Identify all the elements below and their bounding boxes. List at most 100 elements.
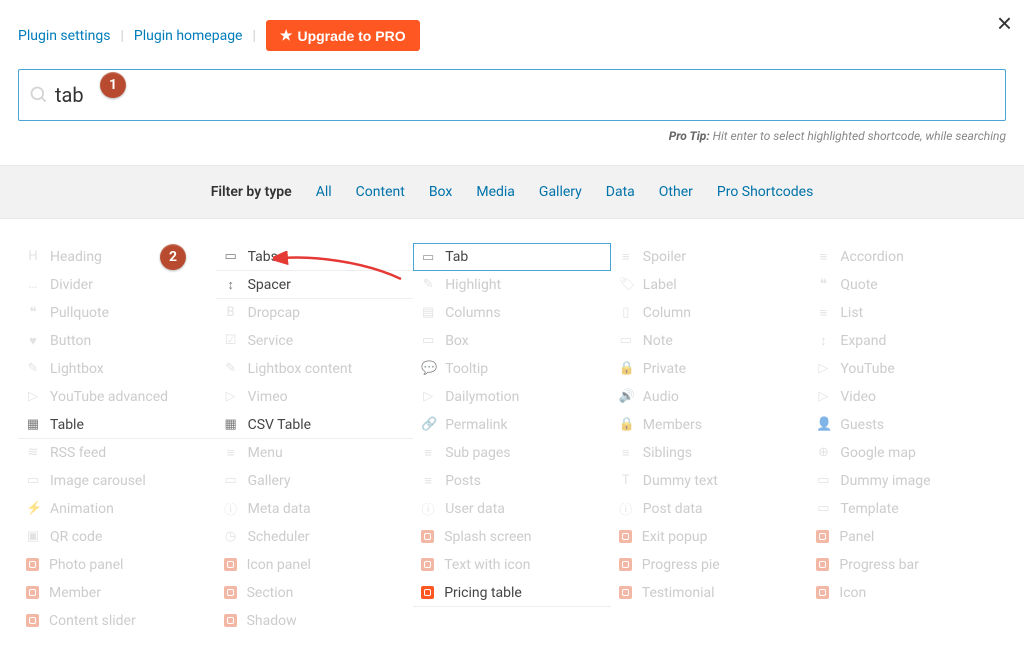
- item-icon: ✎: [26, 361, 40, 376]
- shortcode-item[interactable]: ▷Dailymotion: [413, 383, 611, 411]
- item-label: Dailymotion: [445, 389, 519, 405]
- item-label: Highlight: [445, 277, 501, 293]
- pro-icon: [26, 586, 39, 599]
- plugin-homepage-link[interactable]: Plugin homepage: [134, 28, 243, 44]
- filter-other[interactable]: Other: [659, 184, 693, 200]
- shortcode-item[interactable]: ≡Accordion: [808, 243, 1006, 271]
- separator: |: [120, 28, 123, 44]
- shortcode-item[interactable]: Splash screen: [413, 523, 611, 551]
- shortcode-item[interactable]: 🏷Label: [611, 271, 809, 299]
- shortcode-item[interactable]: ❝Pullquote: [18, 299, 216, 327]
- filter-gallery[interactable]: Gallery: [539, 184, 582, 200]
- shortcode-item[interactable]: ▦CSV Table: [216, 411, 414, 439]
- shortcode-item[interactable]: ⊕Google map: [808, 439, 1006, 467]
- shortcode-item[interactable]: ✎Lightbox: [18, 355, 216, 383]
- item-icon: H: [26, 249, 40, 264]
- shortcode-item[interactable]: ▭Note: [611, 327, 809, 355]
- shortcode-item[interactable]: ▷YouTube: [808, 355, 1006, 383]
- item-label: Scheduler: [248, 529, 310, 545]
- shortcode-item[interactable]: 🔗Permalink: [413, 411, 611, 439]
- item-label: Box: [445, 333, 469, 349]
- grid-column: ▭Tabs↕SpacerBDropcap☑Service✎Lightbox co…: [216, 243, 414, 635]
- shortcode-item[interactable]: ⓘPost data: [611, 495, 809, 523]
- shortcode-item[interactable]: ▭Image carousel: [18, 467, 216, 495]
- shortcode-item[interactable]: Testimonial: [611, 579, 809, 607]
- shortcode-item[interactable]: ≋RSS feed: [18, 439, 216, 467]
- filter-data[interactable]: Data: [606, 184, 635, 200]
- filter-all[interactable]: All: [316, 184, 332, 200]
- shortcode-item[interactable]: Shadow: [216, 607, 414, 635]
- shortcode-item[interactable]: ≡List: [808, 299, 1006, 327]
- shortcode-item[interactable]: ⓘUser data: [413, 495, 611, 523]
- shortcode-item[interactable]: ▭Template: [808, 495, 1006, 523]
- shortcode-item[interactable]: Exit popup: [611, 523, 809, 551]
- shortcode-item[interactable]: ≡Spoiler: [611, 243, 809, 271]
- shortcode-item[interactable]: ▷Vimeo: [216, 383, 414, 411]
- shortcode-item[interactable]: ↕Expand: [808, 327, 1006, 355]
- shortcode-item[interactable]: Member: [18, 579, 216, 607]
- shortcode-item[interactable]: ▦Table: [18, 411, 216, 439]
- item-icon: 🏷: [619, 277, 633, 292]
- shortcode-item[interactable]: ▷YouTube advanced: [18, 383, 216, 411]
- close-button[interactable]: ×: [997, 10, 1012, 36]
- shortcode-item[interactable]: Icon: [808, 579, 1006, 607]
- shortcode-item[interactable]: ↕Spacer: [216, 271, 414, 299]
- shortcode-item[interactable]: ◷Scheduler: [216, 523, 414, 551]
- item-label: Tooltip: [445, 361, 488, 377]
- shortcode-item[interactable]: 💬Tooltip: [413, 355, 611, 383]
- shortcode-item[interactable]: ▭Tabs: [216, 243, 414, 271]
- item-icon: ▷: [26, 389, 40, 404]
- pro-icon: [816, 530, 829, 543]
- filter-box[interactable]: Box: [429, 184, 453, 200]
- shortcode-item[interactable]: 🔒Members: [611, 411, 809, 439]
- search-field[interactable]: [18, 69, 1006, 121]
- shortcode-item[interactable]: ▭Dummy image: [808, 467, 1006, 495]
- shortcode-item[interactable]: ☑Service: [216, 327, 414, 355]
- item-label: Members: [643, 417, 702, 433]
- shortcode-item[interactable]: TDummy text: [611, 467, 809, 495]
- shortcode-item[interactable]: Panel: [808, 523, 1006, 551]
- shortcode-item[interactable]: ❝Quote: [808, 271, 1006, 299]
- shortcode-item[interactable]: ⓘMeta data: [216, 495, 414, 523]
- item-icon: ▦: [26, 417, 40, 432]
- pro-icon: [619, 586, 632, 599]
- shortcode-item[interactable]: Section: [216, 579, 414, 607]
- shortcode-item[interactable]: ≡Posts: [413, 467, 611, 495]
- shortcode-item[interactable]: ▭Box: [413, 327, 611, 355]
- search-input[interactable]: [55, 83, 997, 107]
- shortcode-item[interactable]: ✎Highlight: [413, 271, 611, 299]
- shortcode-item[interactable]: ▤Columns: [413, 299, 611, 327]
- shortcode-item[interactable]: ▣QR code: [18, 523, 216, 551]
- shortcode-item[interactable]: Photo panel: [18, 551, 216, 579]
- upgrade-button[interactable]: ★ Upgrade to PRO: [266, 20, 420, 51]
- shortcode-item[interactable]: Icon panel: [216, 551, 414, 579]
- shortcode-item[interactable]: ▭Gallery: [216, 467, 414, 495]
- shortcode-item[interactable]: ≡Sub pages: [413, 439, 611, 467]
- filter-media[interactable]: Media: [476, 184, 515, 200]
- shortcode-item[interactable]: ▷Video: [808, 383, 1006, 411]
- filter-content[interactable]: Content: [356, 184, 405, 200]
- shortcode-item[interactable]: 👤Guests: [808, 411, 1006, 439]
- shortcode-item[interactable]: BDropcap: [216, 299, 414, 327]
- filter-pro[interactable]: Pro Shortcodes: [717, 184, 813, 200]
- shortcode-item[interactable]: ▯Column: [611, 299, 809, 327]
- shortcode-item[interactable]: ▭Tab: [413, 243, 611, 271]
- shortcode-item[interactable]: 🔒Private: [611, 355, 809, 383]
- plugin-settings-link[interactable]: Plugin settings: [18, 28, 110, 44]
- shortcode-item[interactable]: Progress bar: [808, 551, 1006, 579]
- shortcode-item[interactable]: ✎Lightbox content: [216, 355, 414, 383]
- item-icon: ≡: [619, 249, 633, 265]
- shortcode-item[interactable]: ⚡Animation: [18, 495, 216, 523]
- item-icon: ▭: [619, 333, 633, 348]
- shortcode-item[interactable]: 🔊Audio: [611, 383, 809, 411]
- shortcode-item[interactable]: Text with icon: [413, 551, 611, 579]
- shortcode-item[interactable]: ≡Menu: [216, 439, 414, 467]
- shortcode-item[interactable]: Progress pie: [611, 551, 809, 579]
- shortcode-item[interactable]: …Divider: [18, 271, 216, 299]
- shortcode-item[interactable]: ≡Siblings: [611, 439, 809, 467]
- item-label: Tab: [445, 249, 468, 265]
- shortcode-item[interactable]: Pricing table: [413, 579, 611, 607]
- pro-icon: [224, 558, 237, 571]
- shortcode-item[interactable]: ♥Button: [18, 327, 216, 355]
- shortcode-item[interactable]: Content slider: [18, 607, 216, 635]
